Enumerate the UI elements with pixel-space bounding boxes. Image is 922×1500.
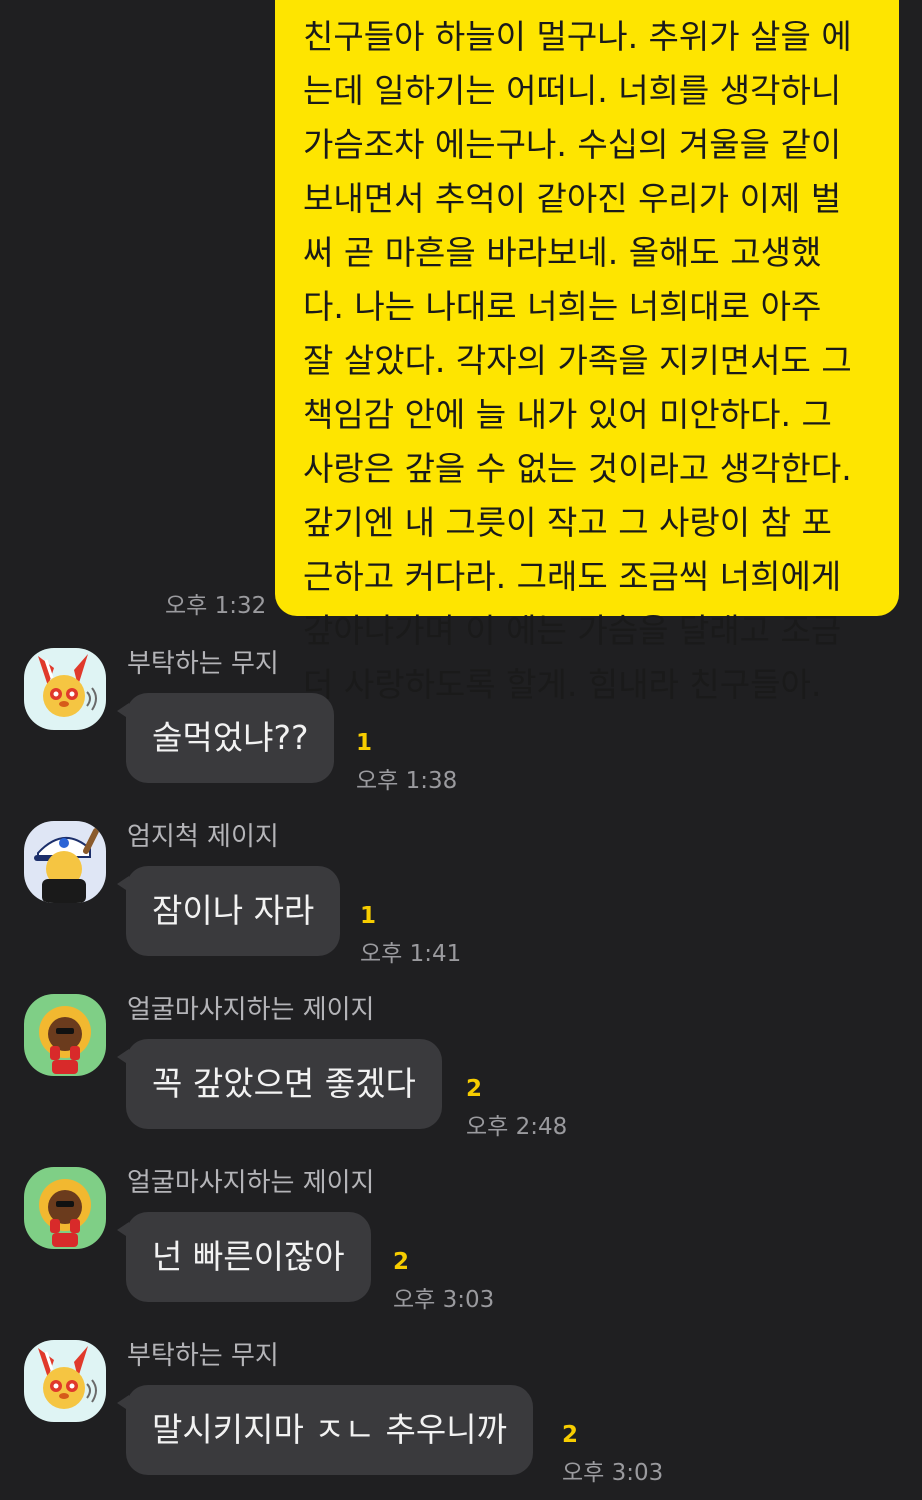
muzi-rabbit-avatar[interactable]: [24, 648, 106, 730]
message-bubble[interactable]: 잠이나 자라: [116, 866, 341, 956]
message-bubble[interactable]: 술먹었냐??: [116, 693, 335, 783]
sender-name: 엄지척 제이지: [127, 822, 279, 852]
message-timestamp: 오후 3:03: [393, 1287, 495, 1313]
message-timestamp: 오후 2:48: [466, 1114, 568, 1140]
message-bubble[interactable]: 말시키지마 ㅈㄴ 추우니까: [117, 1385, 533, 1475]
message-bubble[interactable]: 꼭 갚았으면 좋겠다: [117, 1039, 442, 1129]
sender-name: 얼굴마사지하는 제이지: [127, 1168, 375, 1198]
unread-count: 2: [466, 1076, 483, 1102]
muzi-rabbit-avatar[interactable]: [24, 1340, 106, 1422]
jayg-cap-avatar[interactable]: [24, 821, 106, 903]
outgoing-timestamp: 오후 1:32: [165, 593, 267, 619]
chat-room: 친구들아 하늘이 멀구나. 추위가 살을 에 는데 일하기는 어떠니. 너희를 …: [0, 0, 922, 1500]
unread-count: 1: [356, 730, 373, 756]
sender-name: 얼굴마사지하는 제이지: [127, 995, 375, 1025]
sender-name: 부탁하는 무지: [127, 649, 279, 679]
message-bubble[interactable]: 넌 빠른이잖아: [117, 1212, 371, 1302]
outgoing-bubble[interactable]: 친구들아 하늘이 멀구나. 추위가 살을 에 는데 일하기는 어떠니. 너희를 …: [275, 0, 899, 704]
jayg-massage-avatar[interactable]: [24, 1167, 106, 1249]
message-timestamp: 오후 1:38: [356, 768, 458, 794]
unread-count: 1: [360, 903, 377, 929]
message-timestamp: 오후 3:03: [562, 1460, 664, 1486]
unread-count: 2: [562, 1422, 579, 1448]
jayg-massage-avatar[interactable]: [24, 994, 106, 1076]
message-timestamp: 오후 1:41: [360, 941, 462, 967]
sender-name: 부탁하는 무지: [127, 1341, 279, 1371]
unread-count: 2: [393, 1249, 410, 1275]
